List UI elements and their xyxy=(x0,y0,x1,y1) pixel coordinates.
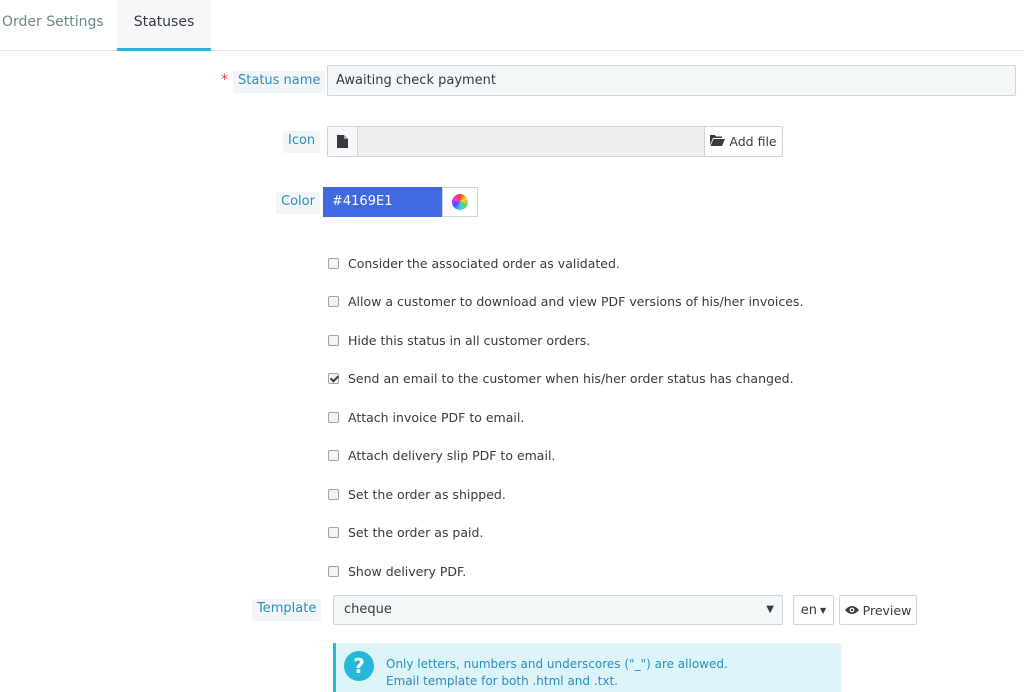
eye-icon xyxy=(844,603,859,618)
checkbox-invoice-pdf[interactable]: Allow a customer to download and view PD… xyxy=(328,291,803,311)
checkbox-delivery-pdf[interactable]: Show delivery PDF. xyxy=(328,561,466,581)
status-name-label: Status name xyxy=(233,71,326,93)
checkbox[interactable] xyxy=(328,295,339,307)
checkbox[interactable] xyxy=(328,411,339,423)
checkbox-attach-invoice[interactable]: Attach invoice PDF to email. xyxy=(328,407,524,427)
checkbox[interactable] xyxy=(328,488,339,500)
checkbox-label: Set the order as shipped. xyxy=(348,486,506,502)
caret-down-icon: ▼ xyxy=(766,604,774,615)
checkbox[interactable] xyxy=(328,449,339,461)
template-value: cheque xyxy=(344,602,392,617)
add-file-button[interactable]: Add file xyxy=(704,127,782,156)
tab-bar: Order Settings Statuses xyxy=(0,0,1024,51)
language-value: en xyxy=(800,602,818,618)
checkbox-label: Show delivery PDF. xyxy=(348,563,467,579)
checkbox-label: Consider the associated order as validat… xyxy=(348,255,620,271)
checkbox-shipped[interactable]: Set the order as shipped. xyxy=(328,484,506,504)
add-file-label: Add file xyxy=(729,134,777,149)
checkbox-send-email[interactable]: Send an email to the customer when his/h… xyxy=(328,368,794,388)
question-circle-icon: ? xyxy=(344,651,374,681)
status-name-input[interactable]: Awaiting check payment xyxy=(327,65,1016,96)
checkbox-label: Allow a customer to download and view PD… xyxy=(348,293,804,309)
icon-file-input[interactable]: Add file xyxy=(327,126,783,157)
checkbox-attach-delivery-slip[interactable]: Attach delivery slip PDF to email. xyxy=(328,445,555,465)
checkbox[interactable] xyxy=(328,565,339,577)
tab-order-settings[interactable]: Order Settings xyxy=(0,0,110,51)
info-text: Only letters, numbers and underscores ("… xyxy=(386,656,728,690)
checkbox[interactable] xyxy=(328,526,339,538)
info-alert: ? Only letters, numbers and underscores … xyxy=(333,643,841,692)
template-label: Template xyxy=(252,599,322,621)
tab-statuses[interactable]: Statuses xyxy=(117,0,211,51)
preview-button[interactable]: Preview xyxy=(839,595,917,625)
checkbox-label: Send an email to the customer when his/h… xyxy=(348,370,794,386)
checkbox-label: Attach invoice PDF to email. xyxy=(348,409,525,425)
checkbox-label: Attach delivery slip PDF to email. xyxy=(348,447,556,463)
info-line-2: Email template for both .html and .txt. xyxy=(386,674,618,688)
color-wheel-icon xyxy=(452,194,468,210)
color-input[interactable]: #4169E1 xyxy=(323,187,442,217)
required-marker: * xyxy=(221,72,228,88)
checkbox-checked[interactable] xyxy=(328,372,339,384)
icon-label: Icon xyxy=(283,131,321,153)
language-dropdown-button[interactable]: en ▼ xyxy=(793,595,834,625)
checkbox[interactable] xyxy=(328,334,339,346)
file-icon xyxy=(328,127,358,156)
info-line-1: Only letters, numbers and underscores ("… xyxy=(386,657,728,671)
color-picker-button[interactable] xyxy=(442,187,478,217)
checkbox-hide-status[interactable]: Hide this status in all customer orders. xyxy=(328,330,590,350)
preview-label: Preview xyxy=(862,602,912,618)
checkbox-validated[interactable]: Consider the associated order as validat… xyxy=(328,253,620,273)
checkbox-label: Hide this status in all customer orders. xyxy=(348,332,591,348)
template-select[interactable]: cheque ▼ xyxy=(333,595,783,625)
color-label: Color xyxy=(276,192,320,214)
checkbox-label: Set the order as paid. xyxy=(348,524,484,540)
checkbox[interactable] xyxy=(328,257,339,269)
checkbox-paid[interactable]: Set the order as paid. xyxy=(328,522,483,542)
caret-down-icon: ▼ xyxy=(820,605,827,615)
folder-open-icon xyxy=(710,134,726,149)
